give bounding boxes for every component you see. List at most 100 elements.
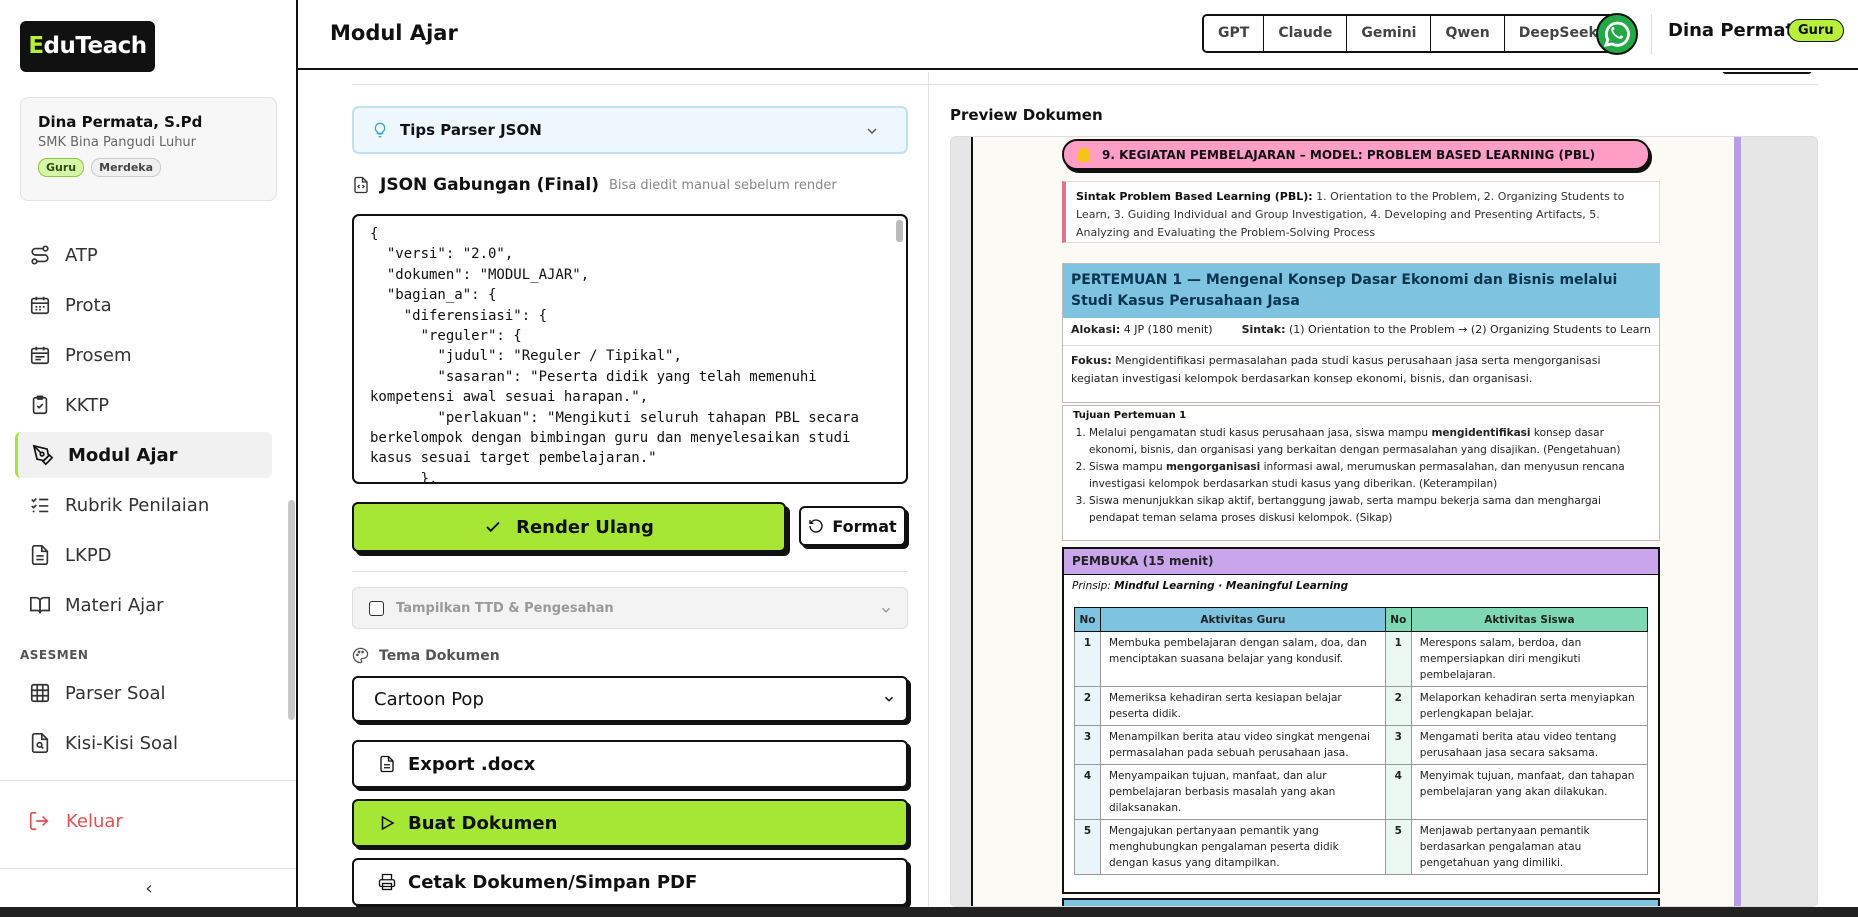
chevron-down-icon	[867, 128, 877, 134]
palette-icon	[352, 647, 369, 664]
role-badge: Guru	[38, 158, 85, 177]
pembuka-box: PEMBUKA (15 menit) Prinsip: Mindful Lear…	[1062, 547, 1660, 894]
logout-icon	[29, 811, 49, 831]
fokus-row: Fokus: Mengidentifikasi permasalahan pad…	[1071, 354, 1601, 385]
route-icon	[31, 245, 49, 265]
grid-icon	[30, 683, 50, 703]
sidebar-item-label: KKTP	[65, 394, 110, 416]
next-section-edge	[1062, 898, 1660, 906]
ttd-pengesahan-toggle[interactable]: Tampilkan TTD & Pengesahan	[352, 587, 908, 629]
sidebar-item-label: Prota	[65, 294, 112, 316]
ttd-checkbox[interactable]	[369, 600, 384, 616]
divider	[352, 571, 908, 572]
sidebar-item-label: Prosem	[65, 344, 132, 366]
sidebar-item-atp[interactable]: ATP	[15, 232, 272, 278]
main-content: Tips Parser JSON JSON Gabungan (Final) B…	[298, 72, 1858, 907]
app-window: EduTeach Dina Permata, S.Pd SMK Bina Pan…	[0, 0, 1858, 917]
play-icon	[381, 815, 395, 831]
kegiatan-banner: 9. KEGIATAN PEMBELAJARAN – MODEL: PROBLE…	[1062, 139, 1650, 170]
pertemuan-box: PERTEMUAN 1 — Mengenal Konsep Dasar Ekon…	[1062, 263, 1660, 403]
logout-label: Keluar	[66, 810, 123, 832]
tips-label: Tips Parser JSON	[400, 121, 542, 139]
file-search-icon	[31, 733, 49, 753]
document-preview-frame[interactable]: 9. KEGIATAN PEMBELAJARAN – MODEL: PROBLE…	[950, 136, 1818, 907]
pen-tool-icon	[32, 444, 54, 466]
list-check-icon	[31, 497, 49, 513]
json-editor-content[interactable]: { "versi": "2.0", "dokumen": "MODUL_AJAR…	[370, 224, 890, 482]
sintak-label: Sintak Problem Based Learning (PBL):	[1076, 190, 1313, 203]
divider	[0, 780, 296, 781]
header-user-name[interactable]: Dina Permata	[1668, 20, 1806, 41]
export-docx-button[interactable]: Export .docx	[352, 740, 908, 788]
alokasi-row: Alokasi: 4 JP (180 menit) Sintak: (1) Or…	[1063, 318, 1659, 346]
section-heading-asesmen: ASESMEN	[20, 648, 89, 662]
clipboard-check-icon	[32, 395, 48, 415]
sidebar-item-prota[interactable]: Prota	[15, 282, 272, 328]
sidebar-item-parser-soal[interactable]: Parser Soal	[15, 670, 272, 716]
table-row: 5 Mengajukan pertanyaan pemantik yang men…	[1074, 819, 1649, 875]
table-header: Aktivitas Siswa	[1410, 607, 1649, 632]
tujuan-box: Tujuan Pertemuan 1 Melalui pengamatan st…	[1062, 405, 1660, 541]
tips-parser-accordion[interactable]: Tips Parser JSON	[352, 106, 908, 154]
sidebar-item-materi-ajar[interactable]: Materi Ajar	[15, 582, 272, 628]
buat-dokumen-button[interactable]: Buat Dokumen	[352, 799, 908, 847]
kegiatan-title: 9. KEGIATAN PEMBELAJARAN – MODEL: PROBLE…	[1102, 147, 1596, 162]
sidebar-item-kisi-kisi-soal[interactable]: Kisi-Kisi Soal	[15, 720, 272, 766]
top-button-edge[interactable]	[1722, 72, 1812, 74]
pembuka-title: PEMBUKA (15 menit)	[1064, 549, 1658, 575]
json-subtitle: Bisa diedit manual sebelum render	[609, 177, 837, 193]
tujuan-list: Melalui pengamatan studi kasus perusahaa…	[1073, 425, 1649, 527]
sidebar-item-lkpd[interactable]: LKPD	[15, 532, 272, 578]
ai-model-gpt-button[interactable]: GPT	[1204, 16, 1265, 51]
app-logo[interactable]: EduTeach	[20, 21, 155, 72]
ai-model-claude-button[interactable]: Claude	[1264, 16, 1348, 51]
lightbulb-icon	[1078, 147, 1090, 162]
divider	[352, 84, 1818, 85]
tema-label: Tema Dokumen	[379, 647, 500, 664]
table-row: 2 Memeriksa kehadiran serta kesiapan bela…	[1074, 686, 1649, 726]
printer-icon	[378, 873, 396, 891]
divider	[0, 868, 296, 869]
lightbulb-icon	[374, 122, 386, 138]
collapse-sidebar-button[interactable]: ‹	[140, 878, 158, 899]
tujuan-title: Tujuan Pertemuan 1	[1073, 410, 1187, 421]
sidebar-item-rubrik-penilaian[interactable]: Rubrik Penilaian	[15, 482, 272, 528]
tema-label-row: Tema Dokumen	[352, 647, 500, 664]
json-editor-textarea[interactable]: { "versi": "2.0", "dokumen": "MODUL_AJAR…	[352, 214, 908, 484]
page-title: Modul Ajar	[330, 21, 458, 45]
sidebar-nav: ATP Prota Prosem KKTP Modul Ajar Rubrik …	[0, 232, 280, 770]
json-editor-scrollbar[interactable]	[896, 220, 903, 242]
sidebar-item-prosem[interactable]: Prosem	[15, 332, 272, 378]
top-header: Modul Ajar GPT Claude Gemini Qwen DeepSe…	[298, 0, 1858, 70]
sidebar-item-label: Parser Soal	[65, 682, 166, 704]
file-code-icon	[354, 176, 368, 194]
format-button[interactable]: Format	[799, 506, 906, 546]
sidebar-scrollbar[interactable]	[288, 500, 295, 720]
sidebar-item-label: Kisi-Kisi Soal	[65, 732, 179, 754]
ai-model-qwen-button[interactable]: Qwen	[1431, 16, 1505, 51]
list-item: Siswa menunjukkan sikap aktif, bertanggu…	[1089, 493, 1649, 527]
export-label: Export .docx	[408, 753, 536, 775]
sidebar-item-label: LKPD	[65, 544, 112, 566]
curriculum-badge: Merdeka	[91, 158, 162, 177]
sidebar-item-kktp[interactable]: KKTP	[15, 382, 272, 428]
preview-title: Preview Dokumen	[950, 106, 1103, 124]
document-page: 9. KEGIATAN PEMBELAJARAN – MODEL: PROBLE…	[971, 137, 1741, 906]
logout-button[interactable]: Keluar	[28, 810, 123, 832]
whatsapp-button[interactable]	[1596, 13, 1638, 55]
calendar-icon	[30, 346, 50, 365]
ai-model-selector: GPT Claude Gemini Qwen DeepSeek	[1202, 14, 1614, 53]
format-label: Format	[832, 516, 897, 536]
sidebar-item-modul-ajar[interactable]: Modul Ajar	[15, 432, 272, 478]
tema-selected-value: Cartoon Pop	[374, 688, 484, 710]
prinsip-row: Prinsip: Mindful Learning · Meaningful L…	[1072, 580, 1349, 592]
table-row: 4 Menyampaikan tujuan, manfaat, dan alur …	[1074, 764, 1649, 820]
chevron-down-icon	[882, 607, 890, 613]
activity-table: No Aktivitas Guru No Aktivitas Siswa 1 Me…	[1074, 607, 1649, 875]
render-ulang-button[interactable]: Render Ulang	[352, 502, 786, 552]
ai-model-gemini-button[interactable]: Gemini	[1347, 16, 1432, 51]
tema-select[interactable]: Cartoon Pop	[352, 676, 908, 722]
table-header: Aktivitas Guru	[1100, 607, 1386, 632]
cetak-dokumen-button[interactable]: Cetak Dokumen/Simpan PDF	[352, 858, 908, 906]
bottom-bar	[0, 907, 1858, 917]
